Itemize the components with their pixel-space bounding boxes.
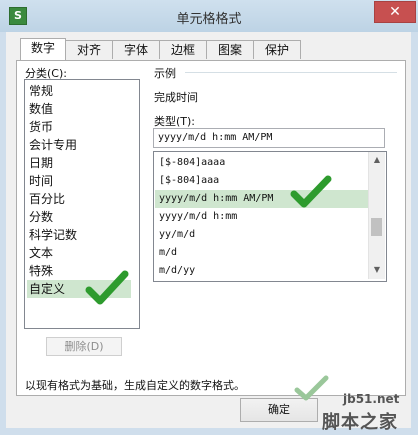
watermark-name: 脚本之家 [322,412,398,433]
number-tab-panel: 分类(C): 常规 数值 货币 会计专用 日期 时间 百分比 分数 科学记数 文… [16,60,406,396]
scroll-thumb[interactable] [371,218,382,236]
format-item[interactable]: yyyy/m/d h:mm [155,208,369,226]
format-item[interactable]: [$-804]aaaa [155,154,369,172]
category-item-number[interactable]: 数值 [27,100,131,118]
tab-protection[interactable]: 保护 [253,40,301,59]
window-frame: 数字 对齐 字体 边框 图案 保护 分类(C): 常规 数值 货币 会计专用 日… [0,32,418,435]
checkmark-icon [290,175,332,208]
category-item-general[interactable]: 常规 [27,82,131,100]
category-item-text[interactable]: 文本 [27,244,131,262]
category-item-time[interactable]: 时间 [27,172,131,190]
category-item-accounting[interactable]: 会计专用 [27,136,131,154]
dialog-body: 数字 对齐 字体 边框 图案 保护 分类(C): 常规 数值 货币 会计专用 日… [6,32,411,428]
sample-label: 示例 [154,67,176,80]
tab-alignment[interactable]: 对齐 [65,40,113,59]
type-input[interactable]: yyyy/m/d h:mm AM/PM [153,128,385,148]
category-item-percentage[interactable]: 百分比 [27,190,131,208]
format-list: [$-804]aaaa [$-804]aaa yyyy/m/d h:mm AM/… [153,151,387,282]
title-bar: S 单元格格式 ✕ [0,0,418,32]
description-text: 以现有格式为基础，生成自定义的数字格式。 [25,379,245,392]
close-button[interactable]: ✕ [374,1,416,23]
sample-divider [185,72,397,73]
scroll-down-icon[interactable]: ▼ [369,262,385,278]
tab-border[interactable]: 边框 [159,40,207,59]
category-list: 常规 数值 货币 会计专用 日期 时间 百分比 分数 科学记数 文本 特殊 自定… [24,79,140,329]
category-item-currency[interactable]: 货币 [27,118,131,136]
tab-number[interactable]: 数字 [20,38,66,60]
format-list-scrollbar[interactable]: ▲ ▼ [368,152,385,279]
tab-font[interactable]: 字体 [112,40,160,59]
sample-value: 完成时间 [154,91,198,104]
format-item-selected[interactable]: yyyy/m/d h:mm AM/PM [155,190,369,208]
format-cells-dialog: S 单元格格式 ✕ 数字 对齐 字体 边框 图案 保护 分类(C): 常规 数值… [0,0,418,435]
format-item[interactable]: yy/m/d [155,226,369,244]
format-item[interactable]: m/d [155,244,369,262]
watermark-site: jb51.net [343,392,400,406]
category-item-scientific[interactable]: 科学记数 [27,226,131,244]
format-item[interactable]: [$-804]aaa [155,172,369,190]
format-item[interactable]: m/d/yy [155,262,369,280]
category-item-fraction[interactable]: 分数 [27,208,131,226]
scroll-up-icon[interactable]: ▲ [369,152,385,168]
tab-pattern[interactable]: 图案 [206,40,254,59]
delete-button[interactable]: 删除(D) [46,337,122,356]
type-label: 类型(T): [154,115,196,128]
checkmark-icon [85,270,129,305]
dialog-title: 单元格格式 [176,12,242,27]
checkmark-icon [294,375,329,401]
category-item-date[interactable]: 日期 [27,154,131,172]
